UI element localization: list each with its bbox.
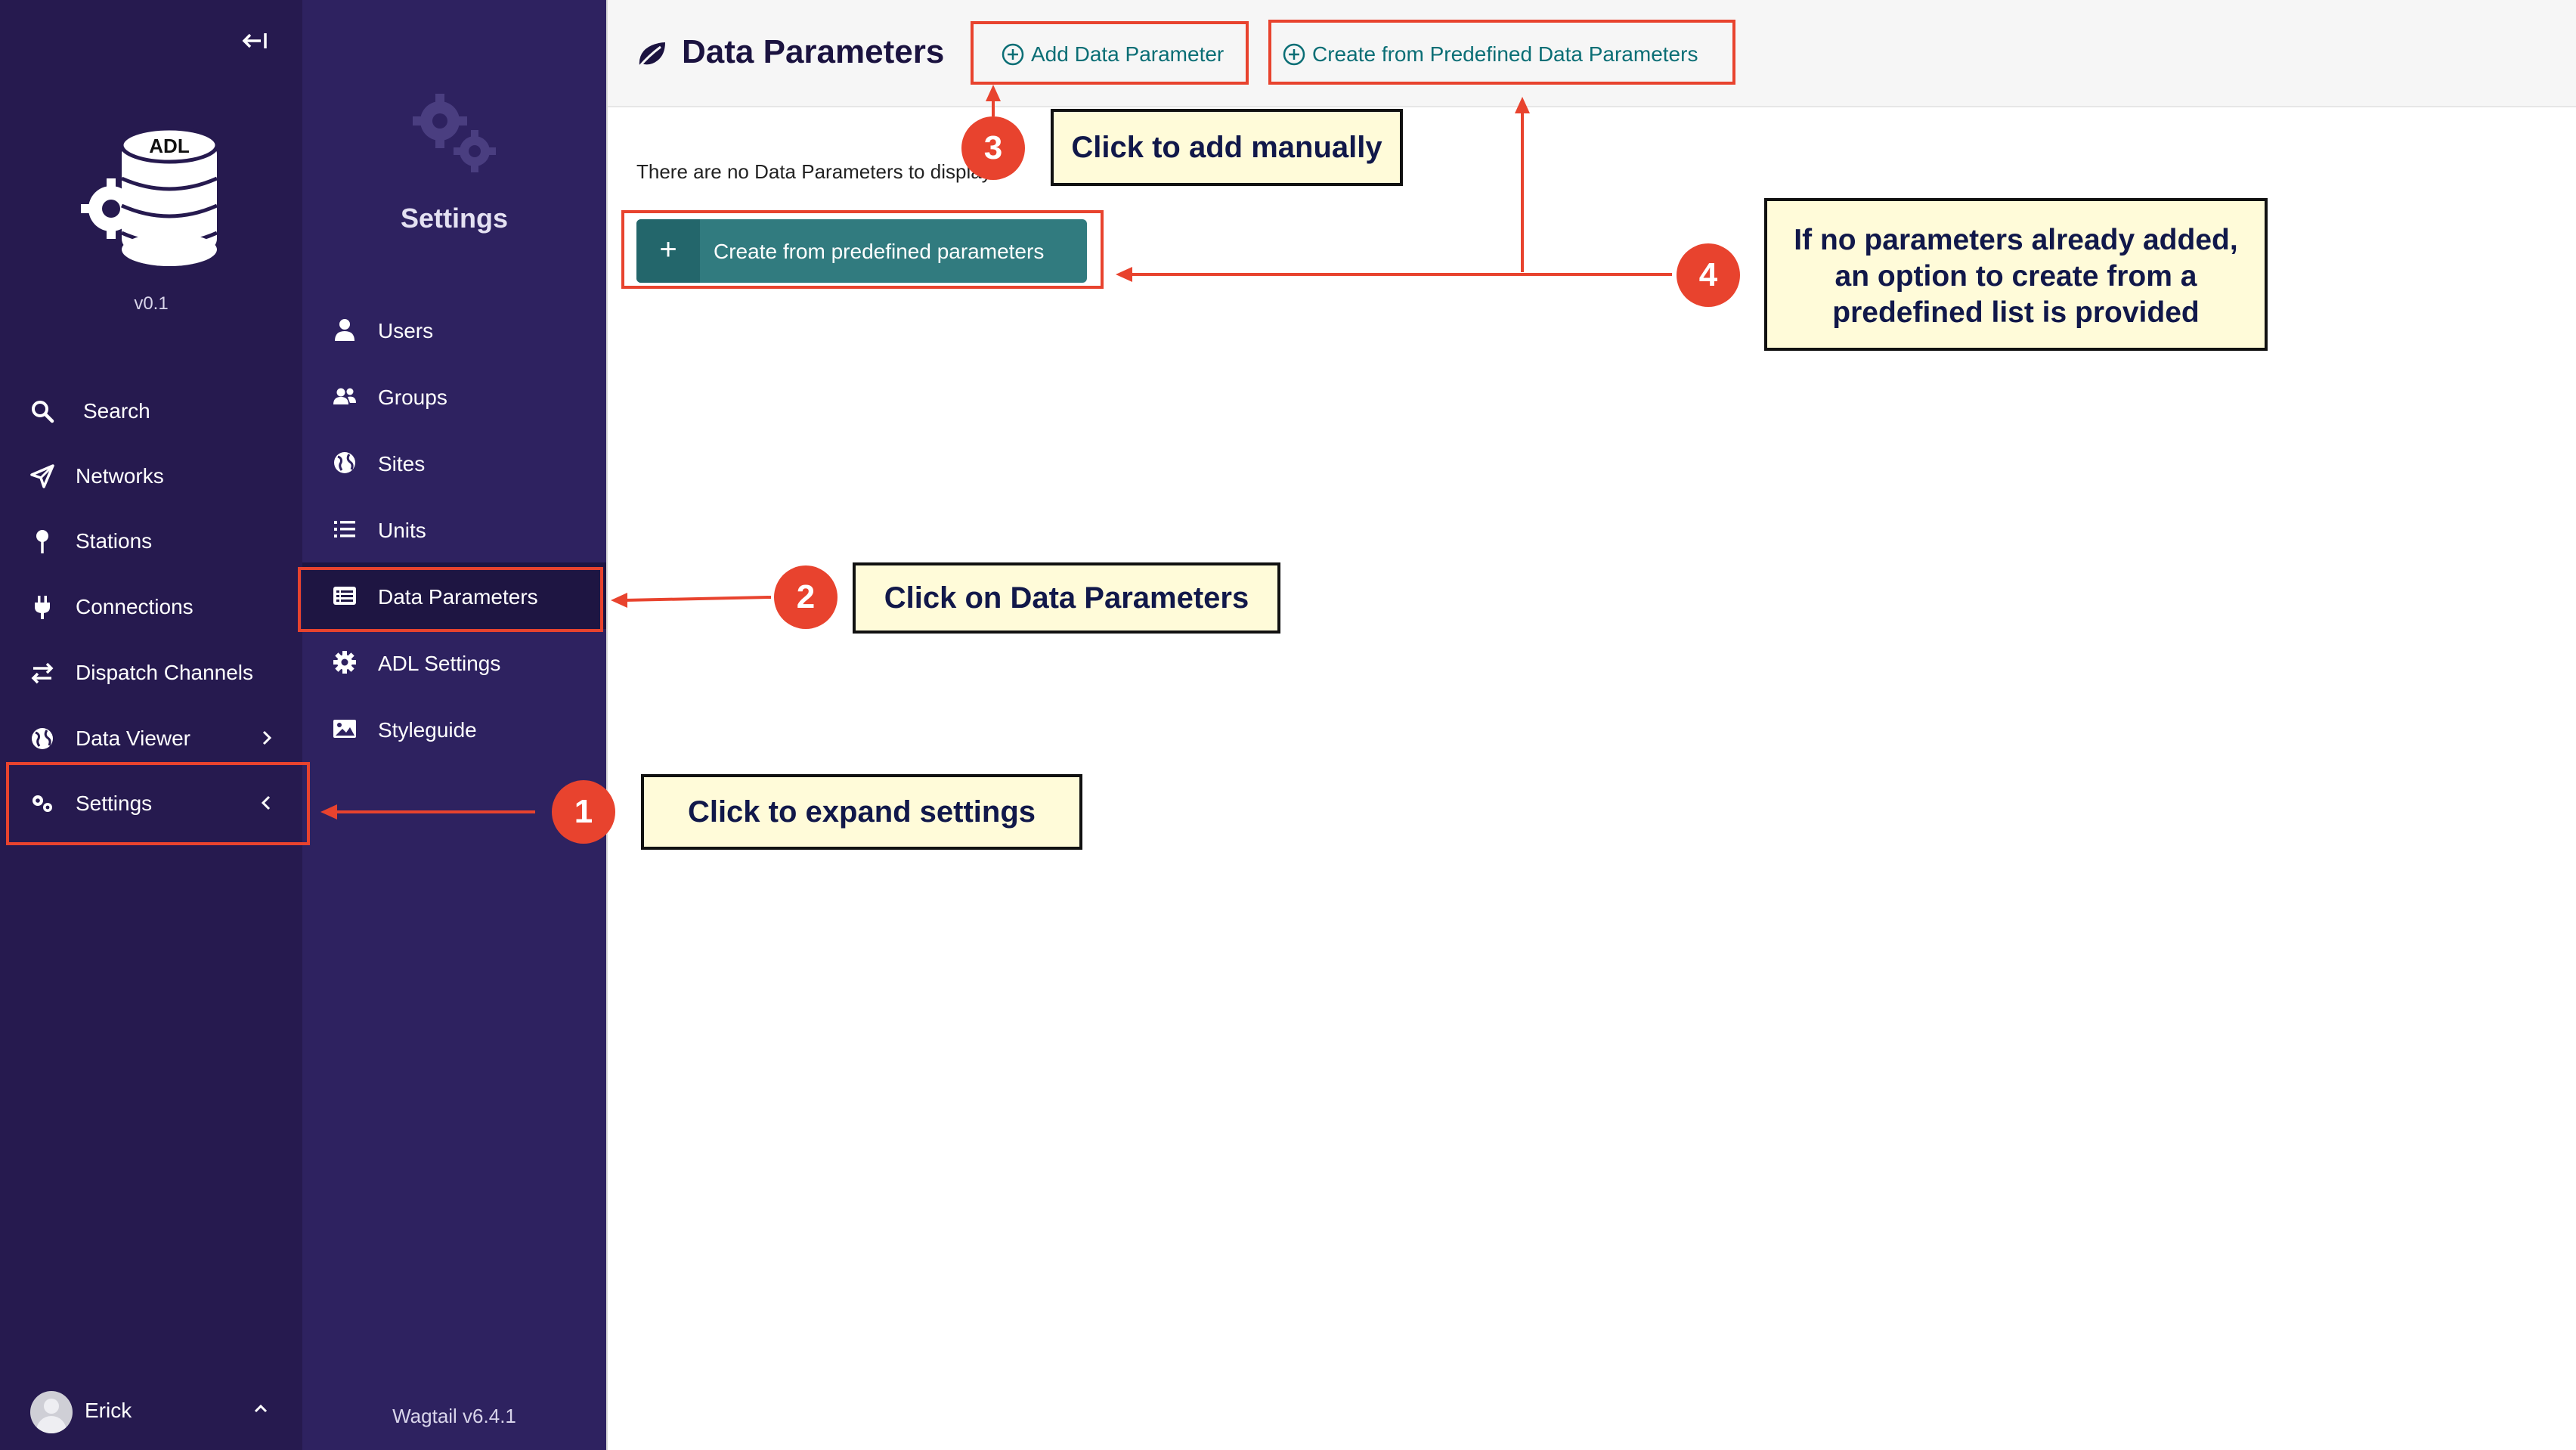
page: ADL v0.1 Search Networks Stations Connec… <box>0 0 2576 1450</box>
gear-icon <box>333 651 356 674</box>
send-icon <box>30 464 54 488</box>
logo-text: ADL <box>149 135 190 157</box>
search-icon <box>32 401 54 423</box>
settings-submenu: Settings Users Groups Sites Units Data P… <box>302 0 606 1450</box>
submenu-item-label: Styleguide <box>378 718 477 742</box>
sidebar-item-networks[interactable]: Networks <box>0 446 302 507</box>
pin-icon <box>36 530 48 553</box>
chevron-right-icon <box>262 730 272 745</box>
plug-icon <box>35 596 50 619</box>
globe-icon <box>334 452 355 473</box>
step-badge-2: 2 <box>774 565 838 629</box>
highlight-predefined-button <box>1268 20 1735 85</box>
submenu-item-units[interactable]: Units <box>302 496 606 562</box>
sidebar-item-label: Connections <box>76 595 194 618</box>
step-badge-1: 1 <box>552 780 615 844</box>
submenu-item-label: Users <box>378 319 434 342</box>
callout-line: predefined list is provided <box>1832 296 2200 329</box>
submenu-item-sites[interactable]: Sites <box>302 429 606 496</box>
sidebar-item-search[interactable]: Search <box>0 381 302 442</box>
sidebar-item-stations[interactable]: Stations <box>0 511 302 572</box>
sidebar-item-data-viewer[interactable]: Data Viewer <box>0 708 302 769</box>
app-version: v0.1 <box>134 293 169 314</box>
adl-logo[interactable]: ADL <box>79 126 223 271</box>
user-account-menu[interactable]: Erick <box>0 1374 302 1435</box>
sidebar-item-connections[interactable]: Connections <box>0 577 302 637</box>
callout-add-manually: Click to add manually <box>1051 109 1403 186</box>
globe-icon <box>32 728 53 749</box>
list-icon <box>334 521 355 538</box>
submenu-item-groups[interactable]: Groups <box>302 363 606 429</box>
collapse-icon <box>242 33 267 48</box>
leaf-icon <box>638 42 665 67</box>
sidebar-item-label: Search <box>83 399 150 423</box>
wagtail-version: Wagtail v6.4.1 <box>392 1405 516 1427</box>
collapse-sidebar-button[interactable] <box>237 26 273 56</box>
callout-data-parameters: Click on Data Parameters <box>853 562 1280 634</box>
swap-icon <box>31 662 54 684</box>
submenu-item-label: Sites <box>378 452 426 476</box>
submenu-item-label: Units <box>378 519 426 542</box>
chevron-up-icon <box>254 1404 268 1413</box>
sidebar-item-dispatch-channels[interactable]: Dispatch Channels <box>0 643 302 703</box>
avatar <box>30 1391 73 1433</box>
sidebar-item-label: Dispatch Channels <box>76 661 254 684</box>
highlight-data-parameters <box>298 567 603 632</box>
user-icon <box>335 319 355 341</box>
callout-expand-settings: Click to expand settings <box>641 774 1082 850</box>
main-sidebar: ADL v0.1 Search Networks Stations Connec… <box>0 0 302 1450</box>
highlight-create-button <box>621 210 1104 289</box>
user-name: Erick <box>85 1399 132 1422</box>
callout-line: an option to create from a <box>1834 260 2197 293</box>
empty-state-message: There are no Data Parameters to display. <box>636 160 995 183</box>
highlight-settings <box>6 762 310 845</box>
image-icon <box>333 720 356 738</box>
callout-line: If no parameters already added, <box>1794 224 2238 256</box>
submenu-item-label: ADL Settings <box>378 652 501 675</box>
sidebar-item-label: Stations <box>76 529 153 553</box>
sidebar-item-label: Data Viewer <box>76 727 191 750</box>
submenu-title: Settings <box>400 203 508 234</box>
page-title: Data Parameters <box>682 33 945 70</box>
group-icon <box>333 388 356 404</box>
settings-cogs-icon <box>413 94 496 172</box>
highlight-add-data-parameter <box>971 21 1249 85</box>
step-badge-4: 4 <box>1677 243 1740 307</box>
submenu-item-label: Groups <box>378 386 447 409</box>
step-badge-3: 3 <box>961 116 1025 180</box>
callout-predefined-list: If no parameters already added, an optio… <box>1764 198 2268 351</box>
submenu-item-users[interactable]: Users <box>302 296 606 363</box>
sidebar-item-label: Networks <box>76 464 164 488</box>
logo-database-icon: ADL <box>119 126 219 266</box>
submenu-item-adl-settings[interactable]: ADL Settings <box>302 629 606 696</box>
submenu-item-styleguide[interactable]: Styleguide <box>302 696 606 762</box>
